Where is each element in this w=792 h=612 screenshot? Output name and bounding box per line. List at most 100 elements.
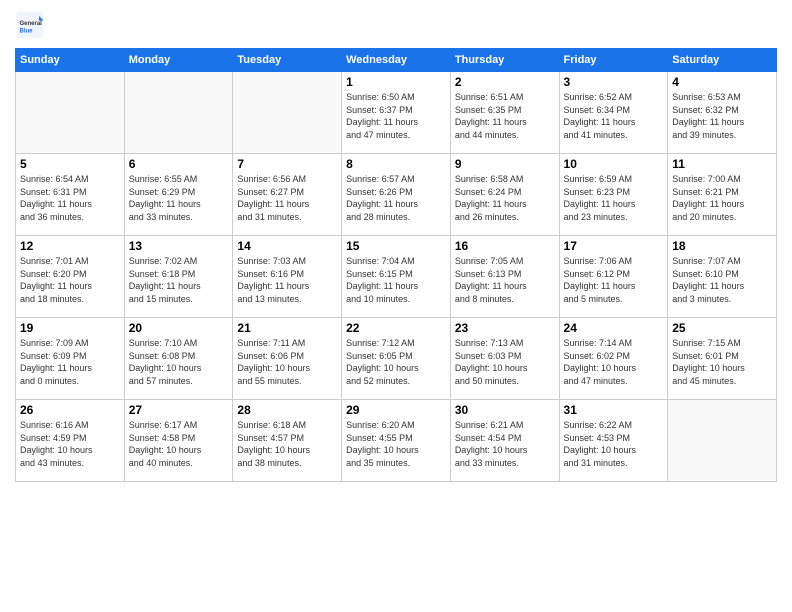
calendar-header: SundayMondayTuesdayWednesdayThursdayFrid…	[16, 49, 777, 72]
logo: General Blue	[15, 10, 49, 40]
day-number: 13	[129, 239, 229, 253]
weekday-header-wednesday: Wednesday	[342, 49, 451, 72]
calendar-cell: 2Sunrise: 6:51 AM Sunset: 6:35 PM Daylig…	[450, 72, 559, 154]
calendar-cell: 20 Sunrise: 7:10 AM Sunset: 6:08 PM Dayli…	[124, 318, 233, 400]
day-info: Sunrise: 6:22 AM Sunset: 4:53 PM Dayligh…	[564, 419, 664, 469]
day-info: Sunrise: 7:04 AM Sunset: 6:15 PM Dayligh…	[346, 255, 446, 305]
week-row: 5 Sunrise: 6:54 AM Sunset: 6:31 PM Daylig…	[16, 154, 777, 236]
day-info: Sunrise: 7:07 AM Sunset: 6:10 PM Dayligh…	[672, 255, 772, 305]
day-number: 12	[20, 239, 120, 253]
day-number: 24	[564, 321, 664, 335]
week-row: 19Sunrise: 7:09 AM Sunset: 6:09 PM Dayli…	[16, 318, 777, 400]
calendar-cell: 16Sunrise: 7:05 AM Sunset: 6:13 PM Dayli…	[450, 236, 559, 318]
calendar-cell: 7 Sunrise: 6:56 AM Sunset: 6:27 PM Daylig…	[233, 154, 342, 236]
calendar-cell	[16, 72, 125, 154]
calendar-cell: 9 Sunrise: 6:58 AM Sunset: 6:24 PM Daylig…	[450, 154, 559, 236]
day-info: Sunrise: 6:21 AM Sunset: 4:54 PM Dayligh…	[455, 419, 555, 469]
calendar-cell: 13 Sunrise: 7:02 AM Sunset: 6:18 PM Dayli…	[124, 236, 233, 318]
day-number: 1	[346, 75, 446, 89]
day-info: Sunrise: 6:50 AM Sunset: 6:37 PM Dayligh…	[346, 91, 446, 141]
day-info: Sunrise: 6:54 AM Sunset: 6:31 PM Dayligh…	[20, 173, 120, 223]
calendar-cell: 15 Sunrise: 7:04 AM Sunset: 6:15 PM Dayli…	[342, 236, 451, 318]
day-number: 6	[129, 157, 229, 171]
day-info: Sunrise: 6:17 AM Sunset: 4:58 PM Dayligh…	[129, 419, 229, 469]
day-number: 20	[129, 321, 229, 335]
day-info: Sunrise: 7:02 AM Sunset: 6:18 PM Dayligh…	[129, 255, 229, 305]
day-number: 29	[346, 403, 446, 417]
header: General Blue	[15, 10, 777, 40]
day-number: 14	[237, 239, 337, 253]
day-info: Sunrise: 6:56 AM Sunset: 6:27 PM Dayligh…	[237, 173, 337, 223]
day-info: Sunrise: 7:05 AM Sunset: 6:13 PM Dayligh…	[455, 255, 555, 305]
page: General Blue SundayMondayTuesdayWednesda…	[0, 0, 792, 612]
day-number: 30	[455, 403, 555, 417]
week-row: 1 Sunrise: 6:50 AM Sunset: 6:37 PM Daylig…	[16, 72, 777, 154]
day-number: 27	[129, 403, 229, 417]
day-number: 15	[346, 239, 446, 253]
calendar-cell	[233, 72, 342, 154]
weekday-header-tuesday: Tuesday	[233, 49, 342, 72]
calendar-cell: 22 Sunrise: 7:12 AM Sunset: 6:05 PM Dayli…	[342, 318, 451, 400]
svg-text:General: General	[20, 21, 43, 27]
day-info: Sunrise: 6:18 AM Sunset: 4:57 PM Dayligh…	[237, 419, 337, 469]
calendar-cell: 5 Sunrise: 6:54 AM Sunset: 6:31 PM Daylig…	[16, 154, 125, 236]
calendar-cell: 18 Sunrise: 7:07 AM Sunset: 6:10 PM Dayli…	[668, 236, 777, 318]
day-info: Sunrise: 7:15 AM Sunset: 6:01 PM Dayligh…	[672, 337, 772, 387]
calendar-cell: 28 Sunrise: 6:18 AM Sunset: 4:57 PM Dayli…	[233, 400, 342, 482]
calendar-cell: 25 Sunrise: 7:15 AM Sunset: 6:01 PM Dayli…	[668, 318, 777, 400]
day-number: 3	[564, 75, 664, 89]
day-number: 7	[237, 157, 337, 171]
calendar-cell: 8Sunrise: 6:57 AM Sunset: 6:26 PM Daylig…	[342, 154, 451, 236]
day-info: Sunrise: 6:52 AM Sunset: 6:34 PM Dayligh…	[564, 91, 664, 141]
day-number: 28	[237, 403, 337, 417]
day-info: Sunrise: 7:01 AM Sunset: 6:20 PM Dayligh…	[20, 255, 120, 305]
calendar-cell	[668, 400, 777, 482]
day-number: 5	[20, 157, 120, 171]
calendar-cell: 12 Sunrise: 7:01 AM Sunset: 6:20 PM Dayli…	[16, 236, 125, 318]
day-number: 4	[672, 75, 772, 89]
weekday-row: SundayMondayTuesdayWednesdayThursdayFrid…	[16, 49, 777, 72]
day-number: 31	[564, 403, 664, 417]
day-info: Sunrise: 6:16 AM Sunset: 4:59 PM Dayligh…	[20, 419, 120, 469]
weekday-header-saturday: Saturday	[668, 49, 777, 72]
day-info: Sunrise: 6:20 AM Sunset: 4:55 PM Dayligh…	[346, 419, 446, 469]
day-info: Sunrise: 7:12 AM Sunset: 6:05 PM Dayligh…	[346, 337, 446, 387]
day-info: Sunrise: 6:57 AM Sunset: 6:26 PM Dayligh…	[346, 173, 446, 223]
day-info: Sunrise: 6:53 AM Sunset: 6:32 PM Dayligh…	[672, 91, 772, 141]
calendar-cell: 4 Sunrise: 6:53 AM Sunset: 6:32 PM Daylig…	[668, 72, 777, 154]
calendar-body: 1 Sunrise: 6:50 AM Sunset: 6:37 PM Daylig…	[16, 72, 777, 482]
calendar-cell: 30 Sunrise: 6:21 AM Sunset: 4:54 PM Dayli…	[450, 400, 559, 482]
weekday-header-friday: Friday	[559, 49, 668, 72]
logo-icon: General Blue	[15, 10, 45, 40]
calendar: SundayMondayTuesdayWednesdayThursdayFrid…	[15, 48, 777, 482]
day-number: 25	[672, 321, 772, 335]
day-number: 22	[346, 321, 446, 335]
calendar-cell: 23Sunrise: 7:13 AM Sunset: 6:03 PM Dayli…	[450, 318, 559, 400]
day-number: 23	[455, 321, 555, 335]
day-number: 9	[455, 157, 555, 171]
day-info: Sunrise: 7:14 AM Sunset: 6:02 PM Dayligh…	[564, 337, 664, 387]
calendar-cell: 10Sunrise: 6:59 AM Sunset: 6:23 PM Dayli…	[559, 154, 668, 236]
calendar-cell: 26Sunrise: 6:16 AM Sunset: 4:59 PM Dayli…	[16, 400, 125, 482]
day-info: Sunrise: 7:09 AM Sunset: 6:09 PM Dayligh…	[20, 337, 120, 387]
calendar-cell: 17Sunrise: 7:06 AM Sunset: 6:12 PM Dayli…	[559, 236, 668, 318]
calendar-cell: 3 Sunrise: 6:52 AM Sunset: 6:34 PM Daylig…	[559, 72, 668, 154]
calendar-cell: 29 Sunrise: 6:20 AM Sunset: 4:55 PM Dayli…	[342, 400, 451, 482]
day-info: Sunrise: 7:03 AM Sunset: 6:16 PM Dayligh…	[237, 255, 337, 305]
calendar-cell: 21Sunrise: 7:11 AM Sunset: 6:06 PM Dayli…	[233, 318, 342, 400]
day-info: Sunrise: 6:59 AM Sunset: 6:23 PM Dayligh…	[564, 173, 664, 223]
day-info: Sunrise: 7:10 AM Sunset: 6:08 PM Dayligh…	[129, 337, 229, 387]
day-number: 2	[455, 75, 555, 89]
day-info: Sunrise: 7:11 AM Sunset: 6:06 PM Dayligh…	[237, 337, 337, 387]
day-info: Sunrise: 6:58 AM Sunset: 6:24 PM Dayligh…	[455, 173, 555, 223]
svg-text:Blue: Blue	[20, 29, 34, 35]
day-info: Sunrise: 7:06 AM Sunset: 6:12 PM Dayligh…	[564, 255, 664, 305]
day-number: 11	[672, 157, 772, 171]
calendar-cell: 24 Sunrise: 7:14 AM Sunset: 6:02 PM Dayli…	[559, 318, 668, 400]
calendar-cell	[124, 72, 233, 154]
calendar-cell: 6Sunrise: 6:55 AM Sunset: 6:29 PM Daylig…	[124, 154, 233, 236]
calendar-cell: 19Sunrise: 7:09 AM Sunset: 6:09 PM Dayli…	[16, 318, 125, 400]
week-row: 26Sunrise: 6:16 AM Sunset: 4:59 PM Dayli…	[16, 400, 777, 482]
day-number: 18	[672, 239, 772, 253]
weekday-header-monday: Monday	[124, 49, 233, 72]
